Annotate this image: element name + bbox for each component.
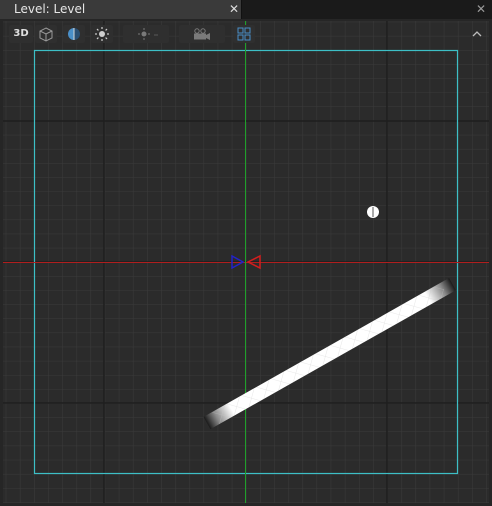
view-mode-label: 3D — [13, 28, 29, 39]
cube-icon — [39, 27, 53, 42]
tab-title: Level: Level — [14, 2, 86, 16]
level-editor-window: Level: Level ✕ ✕ 3D — [0, 0, 492, 506]
panel-close-icon[interactable]: ✕ — [474, 2, 488, 16]
tab-level[interactable]: Level: Level ✕ — [0, 0, 242, 19]
sun-icon — [95, 27, 109, 41]
level-viewport[interactable] — [3, 21, 489, 503]
view-mode-button[interactable]: 3D — [9, 25, 33, 43]
light-settings-button[interactable] — [123, 25, 169, 43]
half-sphere-icon — [68, 28, 80, 40]
tab-close-icon[interactable]: ✕ — [228, 2, 240, 16]
lit-mode-button[interactable] — [63, 25, 85, 43]
viewport-toolbar: 3D — [3, 22, 489, 46]
grid-toggle-button[interactable] — [233, 25, 255, 43]
viewport-canvas[interactable] — [3, 21, 489, 503]
tab-bar: Level: Level ✕ ✕ — [0, 0, 492, 19]
camera-button[interactable] — [179, 25, 225, 43]
camera-icon — [194, 28, 210, 40]
chevron-up-icon — [472, 31, 482, 37]
light-marker[interactable] — [367, 206, 379, 218]
sun-dropdown-icon — [138, 28, 158, 40]
grid-icon — [237, 27, 251, 41]
toolbar-collapse-button[interactable] — [469, 26, 485, 42]
lighting-toggle-button[interactable] — [91, 25, 113, 43]
perspective-cube-button[interactable] — [35, 25, 57, 43]
